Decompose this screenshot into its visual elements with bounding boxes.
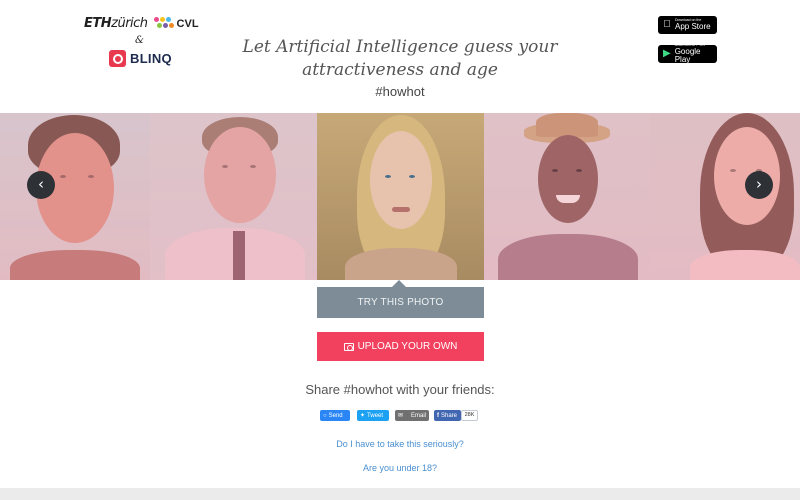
twitter-tweet-button[interactable]: ✦ Tweet (357, 410, 389, 421)
page-headline: Let Artificial Intelligence guess your a… (242, 37, 558, 80)
blinq-mark-icon (109, 50, 126, 67)
app-store-big-text: App Store (675, 21, 711, 31)
messenger-send-button[interactable]: ○ Send (320, 410, 350, 421)
facebook-share-button[interactable]: f Share (434, 410, 461, 421)
logo-ampersand: & (135, 35, 144, 46)
camera-icon (343, 342, 354, 351)
carousel-photo-5[interactable] (650, 113, 800, 280)
carousel-photo-2[interactable] (150, 113, 317, 280)
cvl-dots-icon (153, 16, 174, 31)
under-18-link[interactable]: Are you under 18? (250, 463, 550, 473)
email-share-button[interactable]: ✉ Email (395, 410, 429, 421)
chevron-right-icon: › (756, 175, 762, 193)
hashtag-tagline: #howhot (375, 84, 425, 99)
carousel-photo-4[interactable] (484, 113, 650, 280)
try-this-photo-button[interactable]: TRY THIS PHOTO (317, 287, 484, 318)
partner-logos: ETHzürich CVL & BLINQ (84, 14, 199, 70)
carousel-photo-3-selected[interactable] (317, 113, 484, 280)
chevron-left-icon: ‹ (38, 175, 44, 193)
play-icon: ▶ (663, 48, 671, 59)
twitter-label: Tweet (367, 412, 384, 419)
email-label: Email (410, 412, 426, 419)
cvl-logo-text: CVL (176, 17, 199, 30)
blinq-logo: BLINQ (109, 50, 172, 67)
google-play-badge[interactable]: ▶ ANDROID APP ON Google Play (658, 44, 717, 64)
envelope-icon: ✉ (398, 413, 404, 419)
footer-strip (0, 488, 800, 500)
upload-your-own-button[interactable]: UPLOAD YOUR OWN (317, 332, 484, 361)
carousel-photo-1[interactable] (0, 113, 150, 280)
carousel-next-button[interactable]: › (745, 171, 773, 199)
apple-icon:  (662, 16, 672, 34)
facebook-label: Share (441, 412, 458, 419)
facebook-share-count: 28K (461, 410, 478, 421)
eth-zurich-logo: ETHzürich (84, 16, 148, 31)
messenger-icon: ○ (323, 412, 327, 419)
eth-cvl-logo-row: ETHzürich CVL (84, 16, 199, 31)
take-seriously-link[interactable]: Do I have to take this seriously? (250, 439, 550, 449)
photo-carousel: ‹ › (0, 113, 800, 280)
google-play-big-text: Google Play (674, 46, 701, 64)
upload-label: UPLOAD YOUR OWN (357, 341, 458, 352)
app-store-badge[interactable]:  Download on the App Store (658, 16, 717, 34)
twitter-bird-icon: ✦ (360, 413, 366, 419)
cvl-logo: CVL (153, 16, 199, 31)
header: ETHzürich CVL & BLINQ Let Artificial Int… (0, 0, 800, 113)
carousel-prev-button[interactable]: ‹ (27, 171, 55, 199)
share-title: Share #howhot with your friends: (305, 382, 495, 397)
messenger-label: Send (328, 412, 343, 419)
facebook-icon: f (437, 412, 439, 419)
blinq-logo-text: BLINQ (130, 51, 172, 66)
